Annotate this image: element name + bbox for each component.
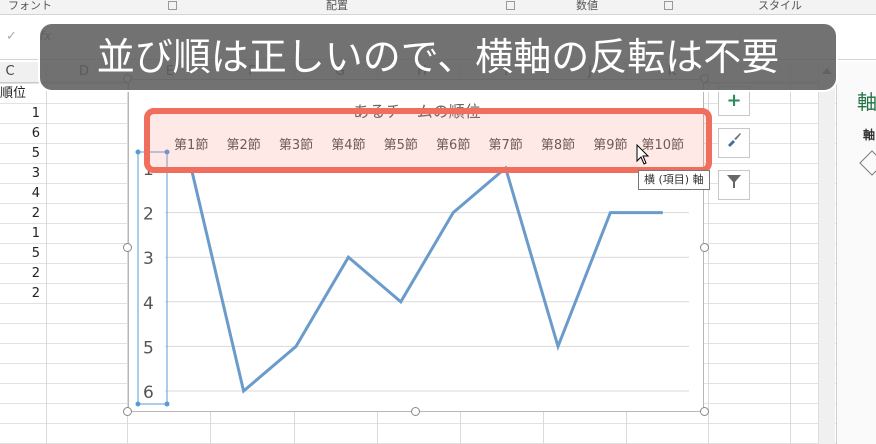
column-c-cells: 順位 1 6 5 3 4 2 1 5 2 2 <box>0 84 46 304</box>
axis-selection-handle[interactable] <box>135 149 141 155</box>
column-divider <box>46 62 47 444</box>
y-tick-label: 2 <box>143 205 154 225</box>
filter-icon <box>727 175 741 188</box>
resize-handle-bottom-right[interactable] <box>700 407 709 416</box>
cell-rank[interactable]: 5 <box>0 244 46 264</box>
resize-handle-left[interactable] <box>123 243 132 252</box>
cell-rank[interactable]: 2 <box>0 204 46 224</box>
resize-handle-right[interactable] <box>700 243 709 252</box>
y-tick-label: 4 <box>143 294 154 314</box>
number-launcher-icon[interactable] <box>664 1 673 10</box>
caption-text: 並び順は正しいので、横軸の反転は不要 <box>96 35 780 79</box>
vertical-axis-selection[interactable] <box>137 151 168 405</box>
axis-highlight-box <box>144 108 712 173</box>
axis-selection-handle[interactable] <box>135 401 141 407</box>
cell-rank[interactable]: 4 <box>0 184 46 204</box>
cell-rank[interactable]: 2 <box>0 264 46 284</box>
axis-selection-handle[interactable] <box>164 401 170 407</box>
resize-handle-bottom-left[interactable] <box>123 407 132 416</box>
cell-rank[interactable]: 6 <box>0 124 46 144</box>
alignment-launcher-icon[interactable] <box>506 1 515 10</box>
cell-rank[interactable]: 1 <box>0 224 46 244</box>
cell-rank[interactable]: 1 <box>0 104 46 124</box>
column-divider <box>790 62 791 444</box>
series-line[interactable] <box>189 165 663 394</box>
ribbon-group-font: フォント <box>8 0 52 12</box>
y-tick-label: 5 <box>143 338 154 358</box>
y-tick-label: 3 <box>143 249 154 269</box>
ribbon-group-number: 数値 <box>576 0 598 12</box>
cell-rank[interactable]: 5 <box>0 144 46 164</box>
format-axis-pane: 軸 軸 <box>836 62 876 444</box>
y-tick-label: 6 <box>143 383 154 403</box>
vertical-scrollbar[interactable] <box>818 65 835 444</box>
column-header-c[interactable]: C <box>0 64 20 79</box>
cell-rank[interactable]: 3 <box>0 164 46 184</box>
resize-handle-bottom[interactable] <box>411 407 420 416</box>
axis-tooltip: 横 (項目) 軸 <box>638 170 710 190</box>
mouse-cursor-icon <box>636 144 650 165</box>
fill-line-icon[interactable] <box>859 150 876 176</box>
cell-rank[interactable]: 2 <box>0 284 46 304</box>
pane-subtitle[interactable]: 軸 <box>863 126 875 143</box>
pane-title: 軸 <box>857 90 876 114</box>
ribbon-group-style: スタイル <box>758 0 802 12</box>
enter-check-icon[interactable]: ✓ <box>6 29 17 44</box>
ribbon-group-labels: フォント 配置 数値 スタイル <box>0 0 876 15</box>
ribbon-group-alignment: 配置 <box>326 0 348 12</box>
brush-icon <box>728 133 741 147</box>
chart-styles-button[interactable] <box>718 128 750 158</box>
chart-filters-button[interactable] <box>718 170 750 200</box>
caption-banner: 並び順は正しいので、横軸の反転は不要 <box>38 22 838 92</box>
font-launcher-icon[interactable] <box>168 1 177 10</box>
